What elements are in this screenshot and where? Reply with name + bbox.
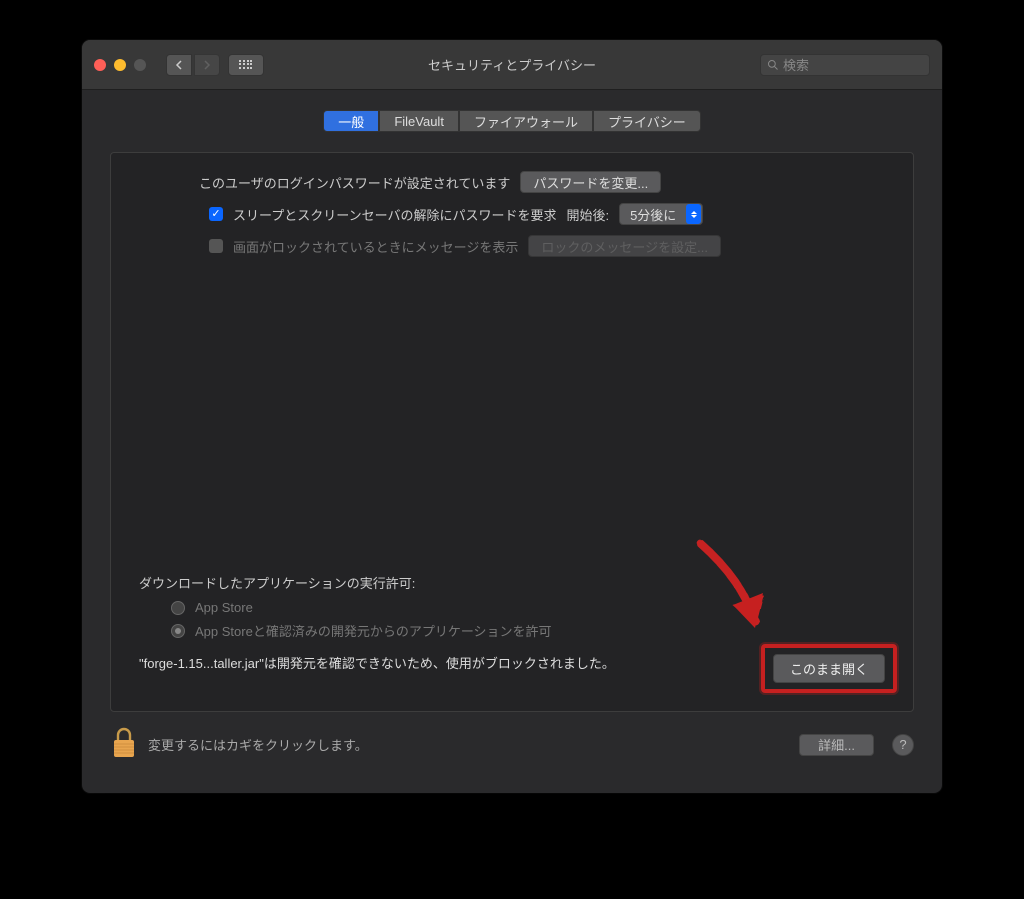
radio-identified-row: App Storeと確認済みの開発元からのアプリケーションを許可	[171, 621, 885, 640]
require-password-checkbox[interactable]	[209, 207, 223, 221]
blocked-app-row: "forge-1.15...taller.jar"は開発元を確認できないため、使…	[139, 654, 885, 683]
close-button[interactable]	[94, 59, 106, 71]
traffic-lights	[94, 59, 146, 71]
search-placeholder: 検索	[783, 55, 809, 74]
chevron-left-icon	[175, 60, 183, 70]
forward-button[interactable]	[194, 54, 220, 76]
search-icon	[767, 59, 779, 71]
search-input[interactable]: 検索	[760, 54, 930, 76]
radio-identified	[171, 624, 185, 638]
lock-icon[interactable]	[110, 726, 138, 763]
downloads-section: ダウンロードしたアプリケーションの実行許可: App Store App Sto…	[139, 573, 885, 683]
lock-text: 変更するにはカギをクリックします。	[148, 735, 368, 754]
radio-appstore-row: App Store	[171, 600, 885, 615]
login-password-label: このユーザのログインパスワードが設定されています	[199, 173, 510, 192]
lock-message-checkbox	[209, 239, 223, 253]
tab-general[interactable]: 一般	[323, 110, 379, 132]
delay-value: 5分後に	[630, 205, 676, 224]
delay-select[interactable]: 5分後に	[619, 203, 703, 225]
grid-icon	[239, 60, 253, 70]
after-label: 開始後:	[566, 205, 609, 224]
details-button[interactable]: 詳細...	[799, 734, 874, 756]
tabs: 一般 FileVault ファイアウォール プライバシー	[82, 110, 942, 132]
show-all-button[interactable]	[228, 54, 264, 76]
downloads-header: ダウンロードしたアプリケーションの実行許可:	[139, 573, 885, 592]
tab-firewall[interactable]: ファイアウォール	[459, 110, 593, 132]
set-lock-message-button: ロックのメッセージを設定...	[528, 235, 721, 257]
blocked-app-text: "forge-1.15...taller.jar"は開発元を確認できないため、使…	[139, 654, 759, 674]
require-password-row: スリープとスクリーンセーバの解除にパスワードを要求 開始後: 5分後に	[199, 203, 865, 225]
change-password-button[interactable]: パスワードを変更...	[520, 171, 661, 193]
zoom-button[interactable]	[134, 59, 146, 71]
radio-group: App Store App Storeと確認済みの開発元からのアプリケーションを…	[139, 600, 885, 640]
back-button[interactable]	[166, 54, 192, 76]
tab-privacy[interactable]: プライバシー	[593, 110, 701, 132]
radio-identified-label: App Storeと確認済みの開発元からのアプリケーションを許可	[195, 621, 552, 640]
tab-filevault[interactable]: FileVault	[379, 110, 459, 132]
open-anyway-button[interactable]: このまま開く	[773, 654, 885, 683]
panel: このユーザのログインパスワードが設定されています パスワードを変更... スリー…	[110, 152, 914, 712]
footer: 変更するにはカギをクリックします。 詳細... ?	[82, 712, 942, 783]
preferences-window: セキュリティとプライバシー 検索 一般 FileVault ファイアウォール プ…	[82, 40, 942, 793]
login-password-row: このユーザのログインパスワードが設定されています パスワードを変更...	[199, 171, 865, 193]
window-title: セキュリティとプライバシー	[428, 55, 596, 74]
chevron-right-icon	[203, 60, 211, 70]
select-arrows-icon	[686, 204, 701, 224]
minimize-button[interactable]	[114, 59, 126, 71]
radio-appstore-label: App Store	[195, 600, 253, 615]
radio-appstore	[171, 601, 185, 615]
nav-buttons	[166, 54, 220, 76]
titlebar: セキュリティとプライバシー 検索	[82, 40, 942, 90]
content: 一般 FileVault ファイアウォール プライバシー このユーザのログインパ…	[82, 90, 942, 793]
lock-message-label: 画面がロックされているときにメッセージを表示	[233, 237, 518, 256]
require-password-label: スリープとスクリーンセーバの解除にパスワードを要求	[233, 205, 556, 224]
help-button[interactable]: ?	[892, 734, 914, 756]
lock-message-row: 画面がロックされているときにメッセージを表示 ロックのメッセージを設定...	[199, 235, 865, 257]
